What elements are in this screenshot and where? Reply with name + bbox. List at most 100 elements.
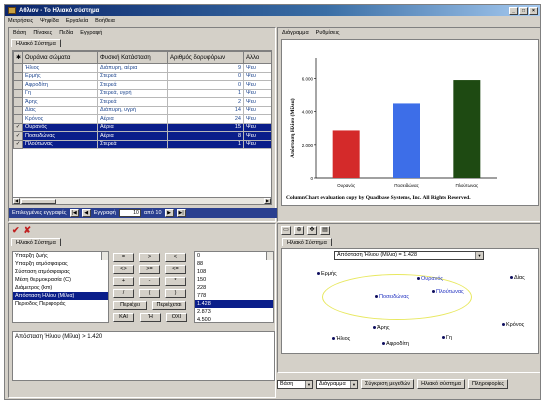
- compare-sizes-button[interactable]: Σύγκριση μεγεθών: [361, 379, 415, 389]
- column-header[interactable]: Αριθμός δορυφόρων: [167, 51, 244, 64]
- value-list[interactable]: 0 88 108 150 228 778 1.428 2.873 4.500: [194, 251, 274, 323]
- operator-button[interactable]: ): [165, 289, 186, 298]
- value-item[interactable]: 778: [195, 292, 273, 300]
- query-text-box[interactable]: Απόσταση Ήλιου (Μίλια) > 1.420: [12, 331, 275, 381]
- scroll-right-icon[interactable]: ▶: [264, 198, 271, 204]
- menu-tools[interactable]: Εργαλεία: [66, 18, 88, 24]
- info-button[interactable]: Πληροφορίες: [467, 379, 508, 389]
- table-row[interactable]: ✓ Πλούτωνας Στερεά 1 Ψευ: [13, 139, 271, 149]
- maximize-icon[interactable]: □: [519, 6, 528, 15]
- table-row[interactable]: ✓ Ουρανός Αέρια 15 Ψευ: [13, 122, 271, 132]
- operator-button[interactable]: /: [113, 289, 134, 298]
- cell-state[interactable]: Στερεά: [97, 97, 168, 107]
- minimize-icon[interactable]: _: [509, 6, 518, 15]
- row-selector[interactable]: ✓: [13, 122, 23, 132]
- menu-measurements[interactable]: Μετρήσεις: [8, 18, 33, 24]
- cell-state[interactable]: Στερεά: [97, 80, 168, 90]
- base-select[interactable]: Βάση ▼: [277, 379, 313, 389]
- operator-button[interactable]: +: [113, 277, 134, 286]
- menu-tile[interactable]: Ψηφίδα: [40, 18, 59, 24]
- value-item[interactable]: 1.428: [195, 300, 273, 308]
- column-header[interactable]: Ουράνια σώματα: [22, 51, 98, 64]
- row-selector[interactable]: [13, 71, 23, 81]
- cell-moons[interactable]: 8: [167, 131, 244, 141]
- field-item[interactable]: Υπαρξη ατμόσφαιρας: [13, 260, 108, 268]
- field-item[interactable]: Σύσταση ατμόσφαιρας: [13, 268, 108, 276]
- planet-marker[interactable]: Ουρανός: [417, 276, 443, 282]
- cell-state[interactable]: Στερεά: [97, 139, 168, 149]
- last-record-button[interactable]: ▶|: [176, 209, 186, 217]
- cell-moons[interactable]: 0: [167, 71, 244, 81]
- next-record-button[interactable]: ▶: [164, 209, 174, 217]
- planet-marker[interactable]: Ήλιος: [332, 336, 350, 342]
- value-item[interactable]: 2.873: [195, 308, 273, 316]
- cell-extra[interactable]: Ψευ: [243, 97, 271, 107]
- cell-moons[interactable]: 14: [167, 105, 244, 115]
- cell-moons[interactable]: 15: [167, 122, 244, 132]
- table-row[interactable]: ✓ Ποσειδώνας Αέρια 8 Ψευ: [13, 131, 271, 141]
- table-row[interactable]: Δίας Διάπυρη, υγρή 14 Ψευ: [13, 105, 271, 115]
- row-selector[interactable]: ✓: [13, 131, 23, 141]
- value-item[interactable]: 108: [195, 268, 273, 276]
- value-item[interactable]: 150: [195, 276, 273, 284]
- menu-settings[interactable]: Ρυθμίσεις: [316, 30, 340, 36]
- cell-extra[interactable]: Ψευ: [243, 114, 271, 124]
- logic-button[interactable]: ΟΧΙ: [166, 313, 187, 322]
- tab-solar-system[interactable]: Ηλιακό Σύστημα: [11, 39, 61, 47]
- value-list-scrollbar[interactable]: [266, 252, 273, 260]
- cell-moons[interactable]: 2: [167, 97, 244, 107]
- cell-state[interactable]: Αέρια: [97, 114, 168, 124]
- cell-body-name[interactable]: Κρόνος: [22, 114, 98, 124]
- cell-body-name[interactable]: Άρης: [22, 97, 98, 107]
- planet-marker[interactable]: Δίας: [510, 275, 525, 281]
- operator-button[interactable]: <: [165, 253, 186, 262]
- delete-icon[interactable]: ✘: [24, 225, 32, 236]
- value-item[interactable]: 228: [195, 284, 273, 292]
- planet-marker[interactable]: Γη: [442, 335, 452, 341]
- layers-icon[interactable]: ▤: [320, 226, 330, 235]
- first-record-button[interactable]: |◀: [69, 209, 79, 217]
- cell-moons[interactable]: 0: [167, 80, 244, 90]
- menu-chart[interactable]: Διάγραμμα: [282, 30, 309, 36]
- operator-button[interactable]: <=: [165, 265, 186, 274]
- cell-body-name[interactable]: Ήλιος: [22, 63, 98, 73]
- table-row[interactable]: Ερμής Στερεά 0 Ψευ: [13, 71, 271, 81]
- field-item[interactable]: Μέση θερμοκρασία (C): [13, 276, 108, 284]
- operator-button[interactable]: >=: [139, 265, 160, 274]
- cell-moons[interactable]: 9: [167, 63, 244, 73]
- cell-extra[interactable]: Ψευ: [243, 88, 271, 98]
- cell-extra[interactable]: Ψευ: [243, 80, 271, 90]
- value-item[interactable]: 0: [195, 252, 273, 260]
- cell-moons[interactable]: 1: [167, 88, 244, 98]
- row-selector[interactable]: [13, 63, 23, 73]
- row-selector[interactable]: [13, 88, 23, 98]
- cell-state[interactable]: Αέρια: [97, 122, 168, 132]
- operator-button[interactable]: >: [139, 253, 160, 262]
- row-selector[interactable]: [13, 97, 23, 107]
- table-row[interactable]: Αφροδίτη Στερεά 0 Ψευ: [13, 80, 271, 90]
- logic-button[interactable]: Περιέχεται: [152, 301, 186, 310]
- chevron-down-icon[interactable]: ▼: [305, 380, 312, 388]
- logic-button[interactable]: Περιέχει: [113, 301, 147, 310]
- cell-state[interactable]: Αέρια: [97, 131, 168, 141]
- tab-solar-system-query[interactable]: Ηλιακό Σύστημα: [11, 238, 61, 246]
- row-selector[interactable]: [13, 114, 23, 124]
- operator-button[interactable]: =: [113, 253, 134, 262]
- record-number-field[interactable]: 10: [118, 209, 141, 217]
- logic-button[interactable]: ΚΑΙ: [113, 313, 134, 322]
- row-selector[interactable]: [13, 80, 23, 90]
- solar-system-button[interactable]: Ηλιακό σύστημα: [417, 379, 465, 389]
- cell-extra[interactable]: Ψευ: [243, 105, 271, 115]
- cell-state[interactable]: Διάπυρη, αέρια: [97, 63, 168, 73]
- map-field-select[interactable]: Απόσταση Ήλιου (Μίλια) = 1.428 ▼: [334, 251, 484, 260]
- menu-record[interactable]: Εγγραφή: [80, 30, 102, 36]
- field-item[interactable]: Διάμετρος (km): [13, 284, 108, 292]
- value-item[interactable]: 88: [195, 260, 273, 268]
- scroll-thumb[interactable]: [21, 199, 56, 204]
- cell-moons[interactable]: 1: [167, 139, 244, 149]
- cell-extra[interactable]: Ψευ: [243, 122, 271, 132]
- zoom-icon[interactable]: ⊕: [294, 226, 304, 235]
- cell-body-name[interactable]: Γη: [22, 88, 98, 98]
- horizontal-scrollbar[interactable]: ◀ ▶: [13, 197, 271, 204]
- field-item[interactable]: Απόσταση Ηλίου (Μίλια): [13, 292, 108, 300]
